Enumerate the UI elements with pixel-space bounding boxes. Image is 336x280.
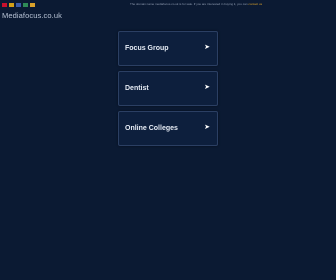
link-card-online-colleges[interactable]: Online Colleges ➤ [118,111,218,146]
parked-domain-page: The domain name mediafocus.co.uk is for … [0,0,336,280]
de-flag-icon[interactable] [9,3,14,7]
es-flag-icon[interactable] [30,3,35,7]
arrow-right-icon: ➤ [204,44,210,51]
arrow-right-icon: ➤ [204,84,210,91]
fr-flag-icon[interactable] [16,3,21,7]
uk-flag-icon[interactable] [2,3,7,7]
sale-notice-text: The domain name mediafocus.co.uk is for … [130,2,248,6]
related-links: Focus Group ➤ Dentist ➤ Online Colleges … [118,31,218,151]
link-label: Dentist [125,85,149,92]
link-label: Online Colleges [125,125,178,132]
sale-notice: The domain name mediafocus.co.uk is for … [130,2,326,6]
it-flag-icon[interactable] [23,3,28,7]
link-card-focus-group[interactable]: Focus Group ➤ [118,31,218,66]
language-flags [2,3,35,7]
contact-link[interactable]: contact us [248,2,262,6]
link-card-dentist[interactable]: Dentist ➤ [118,71,218,106]
link-label: Focus Group [125,45,169,52]
top-bar: The domain name mediafocus.co.uk is for … [0,0,336,10]
arrow-right-icon: ➤ [204,124,210,131]
site-name: Mediafocus.co.uk [2,11,62,20]
